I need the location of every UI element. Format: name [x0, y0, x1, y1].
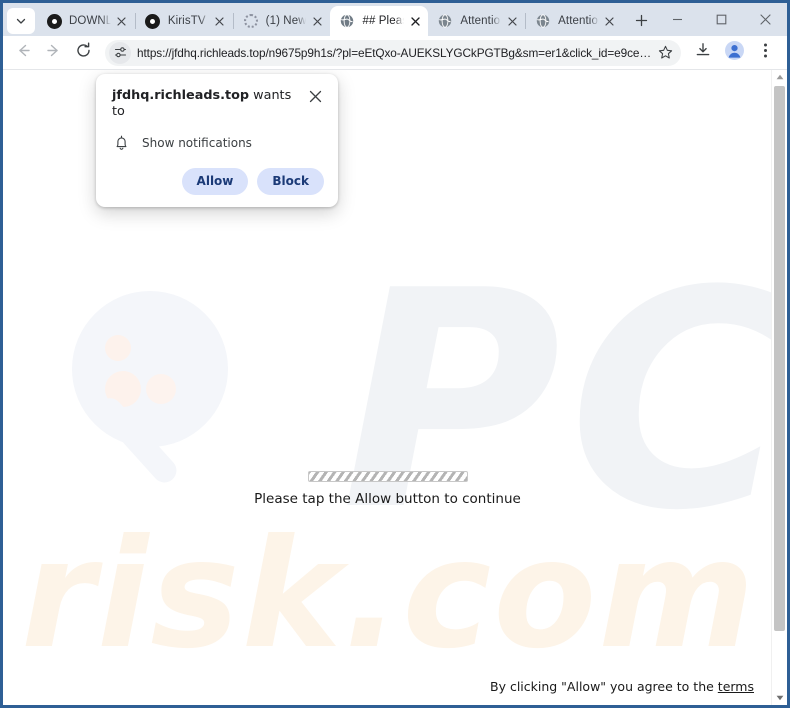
maximize-button[interactable]	[699, 4, 743, 36]
risk-watermark-text: risk.com	[21, 508, 757, 682]
bell-icon	[112, 134, 130, 152]
window-controls	[655, 3, 787, 36]
arrow-right-icon	[45, 42, 62, 64]
tab-title: ## Please	[362, 15, 404, 27]
tab-kiristv[interactable]: KirisTV Do	[136, 6, 233, 36]
loading-progress-bar	[307, 471, 468, 482]
dark-disc-icon	[46, 13, 62, 29]
star-icon[interactable]	[653, 41, 677, 65]
tab-title: Attention	[460, 15, 501, 27]
loading-block: Please tap the Allow button to continue	[3, 471, 772, 507]
terms-notice: By clicking "Allow" you agree to the ter…	[490, 679, 754, 694]
allow-button[interactable]: Allow	[181, 167, 249, 195]
permission-request-row: Show notifications	[112, 134, 324, 152]
scrollbar-up-button[interactable]	[772, 70, 787, 84]
profile-button[interactable]	[720, 39, 748, 67]
globe-icon	[339, 13, 355, 29]
chevron-down-icon	[15, 15, 27, 27]
close-window-button[interactable]	[743, 4, 787, 36]
url-text[interactable]: https://jfdhq.richleads.top/n9675p9h1s/?…	[137, 46, 653, 60]
tab-attention-1[interactable]: Attention	[428, 6, 525, 36]
tab-search-button[interactable]	[7, 8, 35, 34]
terms-notice-text: By clicking "Allow" you agree to the	[490, 679, 718, 694]
download-icon	[695, 42, 711, 63]
browser-window: DOWNLOA KirisTV Do (1) New M	[0, 0, 790, 708]
tab-please-active[interactable]: ## Please	[330, 6, 429, 36]
reload-icon	[75, 42, 92, 64]
tab-downloads[interactable]: DOWNLOA	[37, 6, 135, 36]
permission-label: Show notifications	[142, 135, 252, 150]
tab-title: DOWNLOA	[69, 15, 111, 27]
dialog-actions: Allow Block	[112, 167, 324, 195]
terms-link[interactable]: terms	[718, 679, 754, 694]
tab-close-button[interactable]	[503, 12, 521, 30]
content-area: PC risk.com Please tap the Allow button …	[3, 69, 787, 705]
downloads-button[interactable]	[689, 39, 717, 67]
tab-close-button[interactable]	[211, 12, 229, 30]
tab-list: DOWNLOA KirisTV Do (1) New M	[37, 3, 655, 36]
chrome-menu-button[interactable]	[751, 39, 779, 67]
block-button[interactable]: Block	[257, 167, 324, 195]
call-to-action-text: Please tap the Allow button to continue	[254, 491, 521, 507]
back-button[interactable]	[9, 39, 37, 67]
browser-toolbar: https://jfdhq.richleads.top/n9675p9h1s/?…	[3, 36, 787, 69]
tab-title: Attention	[558, 15, 599, 27]
scrollbar-down-button[interactable]	[772, 691, 787, 705]
globe-icon	[535, 13, 551, 29]
three-dot-menu-icon	[763, 42, 768, 64]
scrollbar-thumb[interactable]	[774, 86, 785, 631]
pc-watermark-text: PC	[341, 227, 772, 576]
loading-spinner-icon	[243, 13, 259, 29]
tab-close-button[interactable]	[113, 12, 131, 30]
tab-title: (1) New M	[265, 15, 307, 27]
tab-close-button[interactable]	[601, 12, 619, 30]
dialog-origin: jfdhq.richleads.top	[112, 88, 250, 103]
page-scrollbar[interactable]	[771, 70, 787, 705]
tab-attention-2[interactable]: Attention	[526, 6, 623, 36]
tab-strip: DOWNLOA KirisTV Do (1) New M	[3, 3, 787, 36]
dialog-close-button[interactable]	[306, 87, 324, 105]
tab-close-button[interactable]	[308, 12, 326, 30]
dark-disc-icon	[145, 13, 161, 29]
arrow-left-icon	[15, 42, 32, 64]
new-tab-button[interactable]	[629, 7, 655, 33]
notification-permission-dialog: jfdhq.richleads.top wants to Show notifi…	[96, 74, 338, 207]
tab-title: KirisTV Do	[167, 15, 209, 27]
profile-avatar-icon	[724, 40, 744, 65]
dialog-title: jfdhq.richleads.top wants to	[112, 88, 306, 120]
forward-button[interactable]	[39, 39, 67, 67]
reload-button[interactable]	[69, 39, 97, 67]
globe-icon	[437, 13, 453, 29]
tab-close-button[interactable]	[406, 12, 424, 30]
tab-new-message[interactable]: (1) New M	[234, 6, 331, 36]
site-settings-icon[interactable]	[109, 41, 131, 64]
minimize-button[interactable]	[655, 4, 699, 36]
dialog-header: jfdhq.richleads.top wants to	[112, 88, 324, 120]
address-bar[interactable]: https://jfdhq.richleads.top/n9675p9h1s/?…	[105, 39, 681, 66]
